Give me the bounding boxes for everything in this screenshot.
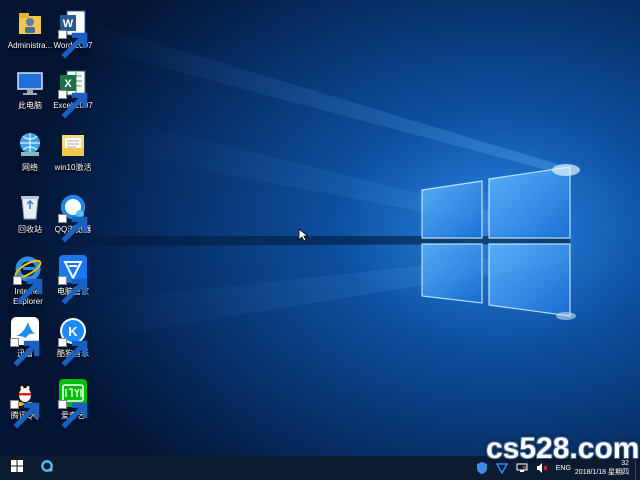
shortcut-arrow-icon (58, 338, 88, 367)
svg-text:X: X (64, 78, 72, 90)
desktop-icon-pc-manager[interactable]: 电脑管家 (45, 250, 101, 310)
qq-browser-icon (40, 459, 54, 478)
shortcut-arrow-icon (10, 338, 40, 367)
network-icon (15, 130, 45, 160)
desktop-icon-iqiyi[interactable]: 爱奇艺 (45, 374, 101, 434)
clock-date: 2018/1/18 星期四 (574, 469, 629, 476)
excel-icon: X (58, 68, 88, 119)
word-icon: W (58, 8, 88, 59)
desktop-icon-excel[interactable]: X Excel 2007 (45, 64, 101, 124)
taskbar-qq-browser[interactable] (32, 456, 62, 480)
qq-icon (10, 378, 40, 429)
desktop-icon-label: win10激活 (54, 163, 92, 172)
shortcut-arrow-icon (58, 90, 88, 119)
shortcut-arrow-icon (58, 30, 88, 59)
user-folder-icon (15, 8, 45, 38)
ie-icon (13, 254, 43, 305)
iqiyi-icon (58, 378, 88, 429)
thunder-icon (10, 316, 40, 367)
desktop-icon-word[interactable]: W Word 2007 (45, 4, 101, 64)
this-pc-icon (15, 68, 45, 98)
shortcut-arrow-icon (58, 400, 88, 429)
folder-icon (58, 130, 88, 160)
shortcut-arrow-icon (13, 276, 43, 305)
pc-manager-icon (58, 254, 88, 305)
kugou-icon: K (58, 316, 88, 367)
qq-browser-icon (58, 192, 88, 243)
desktop-icon-win10-activate[interactable]: win10激活 (45, 126, 101, 186)
shortcut-arrow-icon (58, 214, 88, 243)
desktop-icon-qq-browser[interactable]: QQ浏览器 (45, 188, 101, 248)
recycle-bin-icon (15, 192, 45, 222)
svg-text:W: W (63, 18, 74, 30)
watermark: cs528.com (486, 432, 640, 465)
svg-text:K: K (68, 324, 78, 339)
start-button[interactable] (2, 456, 32, 480)
mouse-cursor-icon (298, 228, 310, 242)
desktop-icon-kugou[interactable]: K 酷狗音乐 (45, 312, 101, 372)
shortcut-arrow-icon (58, 276, 88, 305)
windows-logo-icon (11, 459, 23, 477)
shortcut-arrow-icon (10, 400, 40, 429)
